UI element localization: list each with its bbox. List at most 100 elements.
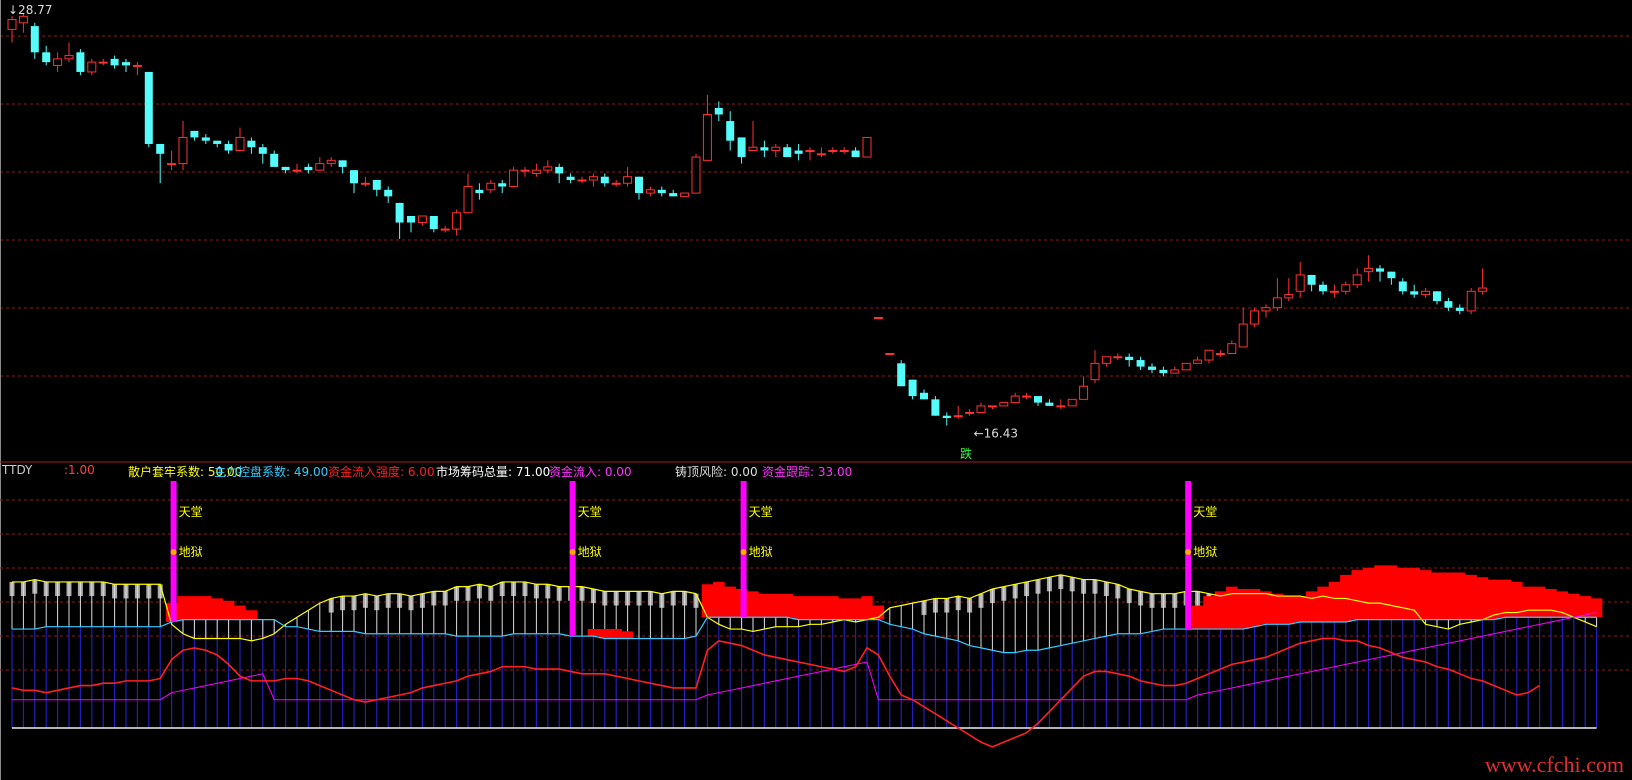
candle-body-up [1022,395,1032,398]
main-control-line [12,616,1597,654]
candle-body-down [1410,291,1419,295]
candle-body-up [1215,353,1225,356]
candle-body-up [748,146,758,152]
candle-body-down [407,216,415,223]
candle-body-down [714,107,723,115]
candle-body-down [1319,284,1327,292]
candle-body-up [873,316,883,319]
candle-body-up [1113,356,1123,359]
candle-body-up [1090,362,1100,381]
candle-body-up [999,402,1009,407]
candle-body-down [908,379,917,397]
candle-body-up [520,169,530,172]
candle-body-down [429,216,438,230]
candle-body-up [178,136,188,165]
candle-body-up [1261,307,1271,312]
candle-body-up [839,150,849,153]
signal-hell-label: 地狱 [578,545,602,559]
candle-body-down [566,176,575,180]
candle-body-up [1478,287,1488,292]
candle-body-down [384,189,393,197]
candle-body-up [1067,398,1077,407]
trading-chart[interactable]: ↓28.77 ←16.43跌 天堂地狱 天堂地狱 天堂地狱 天堂地狱 [0,0,1632,780]
candle-body-down [304,166,313,171]
candle-body-up [167,163,177,166]
candle-body-up [509,169,519,188]
candle-body-down [1433,291,1441,302]
legend-item: 铸顶风险: 0.00 [675,465,758,479]
candle-body-down [669,193,678,197]
candle-body-down [258,147,267,154]
candle-body-up [691,156,701,194]
candle-body-up [1421,290,1431,296]
candle-body-up [805,150,815,153]
candle-body-up [1352,274,1362,286]
candle-body-up [1101,356,1111,364]
signal-dot [569,549,576,555]
candle-body-up [1250,310,1260,325]
candle-body-up [1284,294,1294,299]
candle-body-down [1159,369,1168,374]
legend-item: 资金跟踪: 33.00 [762,465,853,479]
candle-body-up [1204,349,1214,361]
signal-heaven-label: 天堂 [1193,505,1217,519]
candle-body-up [1227,343,1237,355]
low-price-label: ←16.43 [974,427,1018,441]
candle-body-up [965,411,975,414]
signal-hell-label: 地狱 [749,545,773,559]
candle-body-down [600,176,609,184]
candle-body-up [452,212,462,230]
candle-body-down [1148,366,1156,370]
candle-body-down [1125,356,1134,361]
candle-body-down [76,52,85,72]
signal-hell-label: 地狱 [1193,545,1217,559]
candle-body-down [760,147,769,151]
candle-body-up [463,186,473,214]
candle-body-down [897,363,906,387]
candle-body-up [771,146,781,152]
indicator-panel[interactable]: 天堂地狱 天堂地狱 天堂地狱 天堂地狱 [9,481,1603,748]
candle-body-down [657,189,666,194]
candle-body-up [1364,267,1374,273]
indicator-legend: TTDY :1.00 散户套牢系数: 50.00 主力控盘系数: 49.00 资金流入… [0,463,1632,479]
signal-heaven-label: 天堂 [179,505,203,519]
signal-dot [740,549,747,555]
candle-body-up [1329,290,1339,293]
candle-body-down [498,183,507,187]
candle-body-up [1193,359,1203,364]
candle-body-up [486,182,496,191]
candle-body-down [190,130,199,138]
candle-body-up [1181,362,1191,371]
candle-body-down [281,166,290,171]
candle-body-up [1079,385,1089,400]
price-annotations: ↓28.77 ←16.43跌 [8,3,1018,461]
candle-body-up [862,136,872,158]
candle-body-up [64,55,74,60]
signal-dot [170,549,177,555]
price-grid [0,0,1632,780]
candle-body-down [42,52,51,63]
candlestick-series[interactable] [7,14,1488,426]
candle-body-up [440,228,450,231]
candle-body-down [726,121,735,141]
candle-body-up [1056,405,1066,408]
down-signal-marker: 跌 [960,446,972,461]
candle-body-up [987,405,997,408]
candle-body-up [953,415,963,418]
candle-body-down [1444,301,1453,308]
candle-body-down [1455,307,1464,311]
candle-body-down [350,170,358,184]
candle-body-down [1045,402,1054,406]
candle-body-up [53,58,63,66]
indicator-name: TTDY [2,463,33,477]
candle-body-down [1376,268,1384,272]
legend-item: 资金流入强度: 6.00 [328,465,435,479]
candle-body-up [1341,284,1351,292]
candle-body-up [1295,274,1305,292]
signal-heaven-label: 天堂 [578,505,602,519]
candle-body-down [1034,396,1042,403]
candle-body-down [338,160,347,167]
legend-item: 主力控盘系数: 49.00 [214,465,329,479]
candle-body-up [885,353,895,356]
candle-body-up [623,176,633,184]
